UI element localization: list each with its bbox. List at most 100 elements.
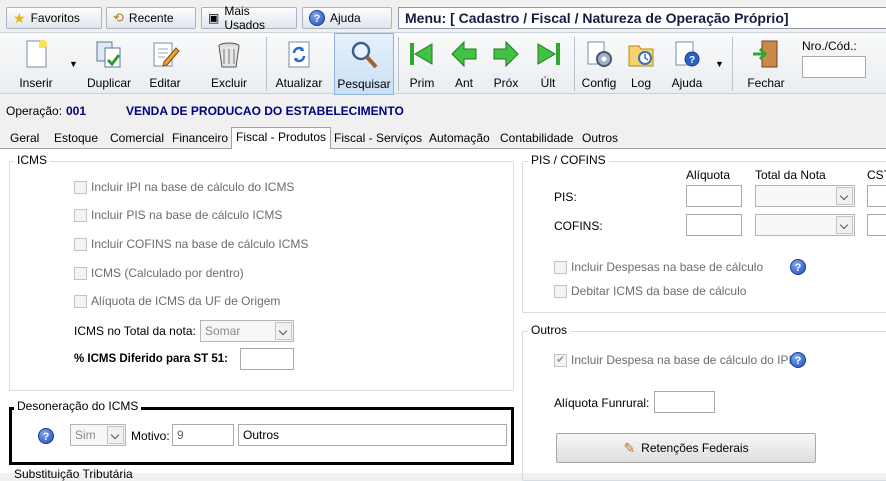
mais-usados-label: Mais Usados [224, 4, 266, 32]
checkbox[interactable] [554, 260, 567, 274]
ant-button[interactable]: Ant [444, 33, 484, 95]
check-incluir-ipi[interactable]: Incluir IPI na base de cálculo do ICMS [74, 180, 294, 194]
pis-total-nota-select[interactable] [755, 185, 855, 207]
ult-button[interactable]: Últ [528, 33, 568, 95]
config-button[interactable]: Config [578, 33, 620, 95]
cofins-cst-input[interactable] [867, 214, 886, 236]
nro-cod-label: Nro./Cód.: [802, 39, 857, 53]
toolbar-separator [266, 37, 267, 91]
next-record-icon [493, 40, 519, 68]
ajuda-top-button[interactable]: ? Ajuda [302, 7, 392, 29]
col-cst-header: CST [867, 168, 886, 182]
last-record-icon [537, 43, 560, 65]
pis-aliquota-input[interactable] [686, 185, 742, 207]
favoritos-button[interactable]: ★ Favoritos [6, 7, 102, 29]
icms-total-nota-select[interactable]: Somar [200, 320, 294, 342]
nro-cod-input[interactable] [802, 56, 866, 78]
exit-door-icon [753, 40, 778, 68]
prim-button[interactable]: Prim [402, 33, 442, 95]
previous-record-icon [451, 40, 477, 68]
atualizar-button[interactable]: Atualizar [272, 33, 326, 95]
check-label: ICMS (Calculado por dentro) [91, 266, 244, 280]
check-icms-por-dentro[interactable]: ICMS (Calculado por dentro) [74, 266, 244, 280]
desoneracao-sim-select[interactable]: Sim [70, 424, 126, 446]
retencoes-federais-button[interactable]: ✎ Retenções Federais [556, 433, 816, 463]
cofins-aliquota-input[interactable] [686, 214, 742, 236]
recente-label: Recente [128, 11, 174, 25]
tab-geral[interactable]: Geral [6, 129, 43, 148]
motivo-code-input[interactable]: 9 [172, 424, 234, 446]
tab-automacao[interactable]: Automação [425, 129, 494, 148]
cofins-total-nota-select[interactable] [755, 214, 855, 236]
checkbox[interactable] [74, 208, 87, 222]
icms-diferido-input[interactable] [240, 348, 294, 370]
check-label: Incluir Despesas na base de cálculo [571, 260, 764, 274]
tab-fiscal-produtos[interactable]: Fiscal - Produtos [231, 127, 332, 149]
check-debitar-icms[interactable]: Debitar ICMS da base de cálculo [554, 284, 746, 298]
check-incluir-despesa-ipi[interactable]: Incluir Despesa na base de cálculo do IP… [554, 353, 792, 367]
excluir-label: Excluir [210, 76, 247, 90]
chevron-down-icon [836, 187, 853, 205]
tab-outros[interactable]: Outros [578, 129, 622, 148]
duplicar-label: Duplicar [86, 76, 131, 90]
duplicar-button[interactable]: Duplicar [84, 33, 134, 95]
pesquisar-button[interactable]: Pesquisar [334, 33, 394, 95]
checkbox[interactable] [74, 294, 87, 308]
fechar-label: Fechar [747, 76, 785, 90]
col-total-nota-header: Total da Nota [755, 168, 826, 182]
fechar-button[interactable]: Fechar [742, 33, 790, 95]
mais-usados-button[interactable]: ▣ Mais Usados [201, 4, 297, 32]
log-label: Log [630, 76, 652, 90]
star-icon: ★ [13, 9, 26, 26]
help-icon[interactable]: ? [38, 428, 54, 444]
tab-estoque[interactable]: Estoque [50, 129, 102, 148]
atualizar-label: Atualizar [275, 76, 323, 90]
funrural-input[interactable] [654, 391, 715, 413]
pis-label: PIS: [554, 190, 577, 204]
retencoes-federais-label: Retenções Federais [641, 441, 749, 455]
log-button[interactable]: Log [622, 33, 660, 95]
recente-button[interactable]: ⟲ Recente [106, 7, 196, 29]
desoneracao-group-title: Desoneração do ICMS [14, 399, 142, 413]
ajuda-button[interactable]: ? Ajuda [664, 33, 710, 95]
menu-title: Menu: [ Cadastro / Fiscal / Natureza de … [398, 7, 886, 29]
help-icon[interactable]: ? [790, 352, 806, 368]
log-icon [628, 45, 654, 67]
check-aliquota-uf-origem[interactable]: Alíquota de ICMS da UF de Origem [74, 294, 280, 308]
operation-label: Operação: [6, 104, 63, 118]
dropdown-arrow-icon: ▼ [69, 59, 78, 69]
checkbox[interactable] [74, 266, 87, 280]
check-incluir-pis[interactable]: Incluir PIS na base de cálculo ICMS [74, 208, 282, 222]
config-label: Config [581, 76, 617, 90]
tab-fiscal-servicos[interactable]: Fiscal - Serviços [330, 129, 426, 148]
tab-contabilidade[interactable]: Contabilidade [496, 129, 577, 148]
ajuda-dropdown[interactable]: ▼ [712, 33, 726, 95]
checkbox[interactable] [74, 180, 87, 194]
check-incluir-cofins[interactable]: Incluir COFINS na base de cálculo ICMS [74, 237, 308, 251]
operation-description: VENDA DE PRODUCAO DO ESTABELECIMENTO [126, 104, 404, 118]
icms-group-title: ICMS [14, 153, 50, 167]
tab-comercial[interactable]: Comercial [106, 129, 168, 148]
svg-text:?: ? [689, 55, 695, 66]
pis-cst-input[interactable] [867, 185, 886, 207]
help-icon[interactable]: ? [790, 259, 806, 275]
checkbox[interactable] [554, 353, 567, 367]
inserir-button[interactable]: Inserir [10, 33, 62, 95]
funrural-label: Alíquota Funrural: [554, 396, 650, 410]
editar-button[interactable]: Editar [140, 33, 190, 95]
prox-button[interactable]: Próx [486, 33, 526, 95]
excluir-button[interactable]: Excluir [204, 33, 254, 95]
col-aliquota-header: Alíquota [686, 168, 731, 182]
icms-diferido-label: % ICMS Diferido para ST 51: [74, 353, 229, 365]
check-label: Incluir Despesa na base de cálculo do IP… [571, 353, 792, 367]
substituicao-tributaria-title: Substituição Tributária [14, 467, 133, 481]
cofins-label: COFINS: [554, 219, 603, 233]
checkbox[interactable] [74, 237, 87, 251]
recent-icon: ⟲ [113, 10, 124, 25]
ajuda-top-label: Ajuda [330, 11, 361, 25]
inserir-dropdown[interactable]: ▼ [66, 33, 80, 95]
tab-financeiro[interactable]: Financeiro [168, 129, 232, 148]
check-incluir-despesas[interactable]: Incluir Despesas na base de cálculo [554, 260, 763, 274]
checkbox[interactable] [554, 284, 567, 298]
operation-code: 001 [66, 104, 87, 118]
